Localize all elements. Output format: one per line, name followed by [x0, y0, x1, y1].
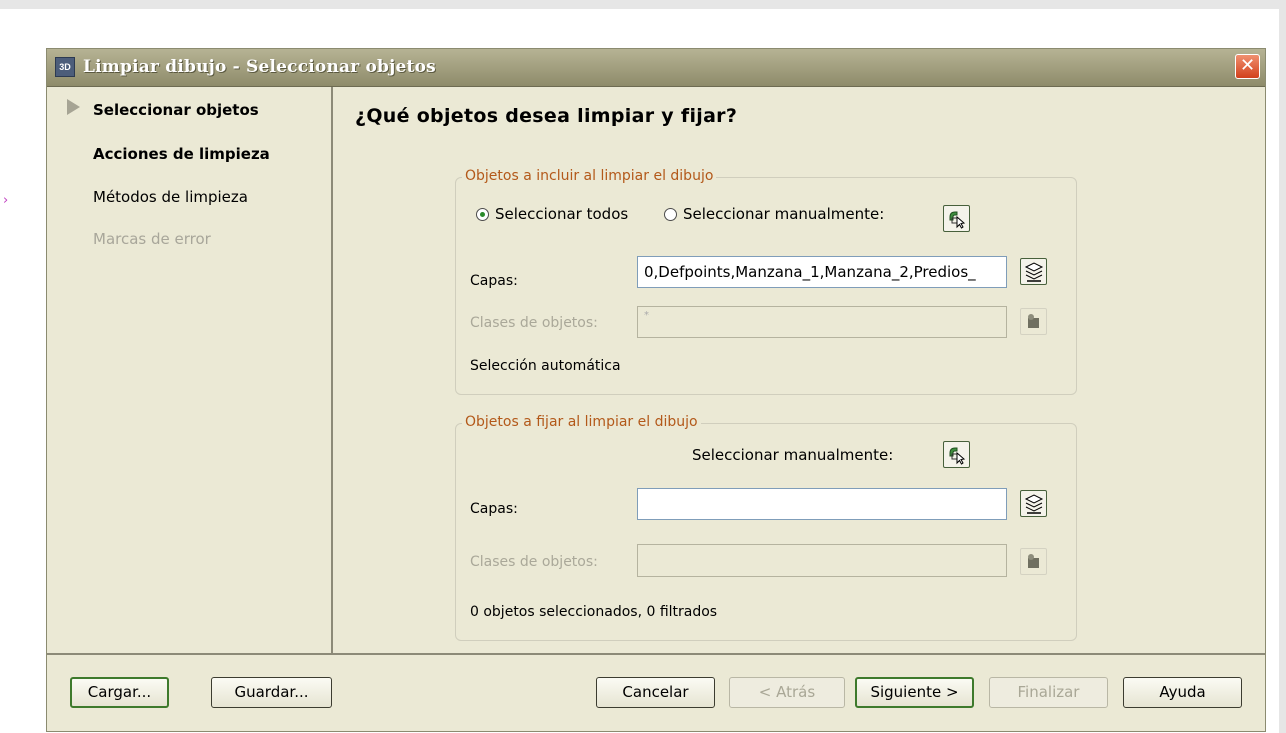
select-objects-icon — [949, 211, 966, 229]
nav-item-error-markers: Marcas de error — [93, 230, 211, 248]
include-select-objects-button[interactable] — [943, 205, 970, 232]
fix-status-text: 0 objetos seleccionados, 0 filtrados — [470, 604, 718, 620]
title-bar[interactable]: 3D Limpiar dibujo - Seleccionar objetos … — [47, 49, 1265, 87]
nav-item-select-objects[interactable]: Seleccionar objetos — [93, 101, 259, 119]
page-heading: ¿Qué objetos desea limpiar y fijar? — [355, 105, 738, 127]
fix-select-manual-label: Seleccionar manualmente: — [692, 446, 894, 464]
help-button[interactable]: Ayuda — [1123, 677, 1242, 708]
back-button: < Atrás — [729, 677, 845, 708]
include-classes-button — [1020, 308, 1047, 335]
include-classes-label: Clases de objetos: — [470, 315, 598, 331]
close-button[interactable]: ✕ — [1235, 54, 1260, 79]
object-class-icon — [1028, 554, 1039, 568]
fix-objects-group: Objetos a fijar al limpiar el dibujo Sel… — [455, 414, 1077, 641]
include-objects-group: Objetos a incluir al limpiar el dibujo S… — [455, 168, 1077, 395]
layer-list-icon — [1024, 494, 1044, 514]
save-button[interactable]: Guardar... — [211, 677, 332, 708]
fix-classes-button — [1020, 548, 1047, 575]
fix-classes-input — [637, 544, 1007, 577]
footer-divider — [47, 653, 1265, 655]
radio-select-all-label: Seleccionar todos — [495, 205, 629, 223]
include-layers-input[interactable]: 0,Defpoints,Manzana_1,Manzana_2,Predios_ — [637, 256, 1007, 288]
select-objects-icon — [949, 447, 966, 465]
radio-select-all-indicator[interactable] — [476, 207, 489, 221]
radio-select-manual-label: Seleccionar manualmente: — [683, 205, 885, 223]
radio-select-manual-indicator[interactable] — [664, 207, 677, 221]
radio-select-all[interactable]: Seleccionar todos — [476, 205, 628, 223]
side-marker: › — [3, 193, 9, 208]
object-class-icon — [1028, 314, 1039, 328]
include-classes-input: * — [637, 306, 1007, 338]
fix-select-objects-button[interactable] — [943, 441, 970, 468]
fix-classes-label: Clases de objetos: — [470, 554, 598, 570]
fix-layers-input[interactable] — [637, 488, 1007, 520]
cleanup-dialog: 3D Limpiar dibujo - Seleccionar objetos … — [46, 48, 1266, 732]
layer-list-icon — [1024, 262, 1044, 282]
include-layers-label: Capas: — [470, 273, 518, 289]
fix-layers-label: Capas: — [470, 501, 518, 517]
include-group-legend: Objetos a incluir al limpiar el dibujo — [462, 168, 717, 184]
include-status-text: Selección automática — [470, 358, 621, 374]
main-panel: ¿Qué objetos desea limpiar y fijar? Obje… — [335, 87, 1265, 653]
next-button[interactable]: Siguiente > — [855, 677, 974, 708]
background-band-top — [0, 0, 1286, 9]
wizard-steps-nav: Seleccionar objetos Acciones de limpieza… — [47, 87, 333, 653]
cancel-button[interactable]: Cancelar — [596, 677, 715, 708]
window-title: Limpiar dibujo - Seleccionar objetos — [83, 57, 436, 77]
nav-item-cleanup-actions[interactable]: Acciones de limpieza — [93, 145, 270, 163]
fix-group-legend: Objetos a fijar al limpiar el dibujo — [462, 414, 701, 430]
radio-select-manual[interactable]: Seleccionar manualmente: — [664, 205, 884, 223]
nav-item-cleanup-methods[interactable]: Métodos de limpieza — [93, 188, 248, 206]
app-icon: 3D — [55, 57, 75, 77]
load-button[interactable]: Cargar... — [70, 677, 169, 708]
current-step-arrow-icon — [67, 99, 80, 115]
fix-layers-button[interactable] — [1020, 490, 1047, 517]
finish-button: Finalizar — [989, 677, 1108, 708]
include-layers-button[interactable] — [1020, 258, 1047, 285]
background-band-right — [1279, 0, 1286, 733]
